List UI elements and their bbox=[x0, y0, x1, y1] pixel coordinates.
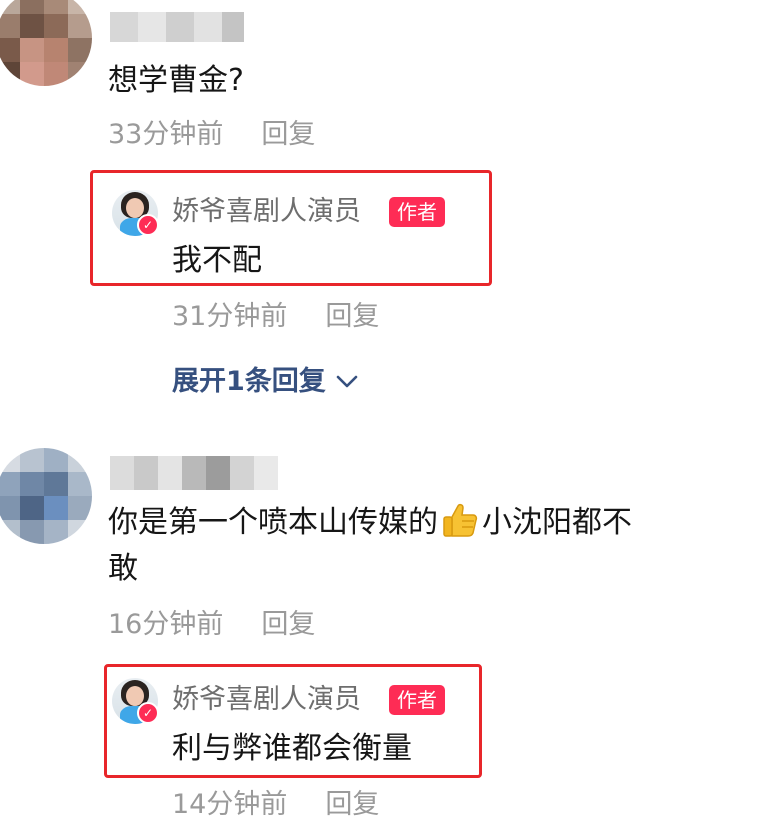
author-name[interactable]: 娇爷喜剧人演员 bbox=[172, 195, 361, 229]
reply-button[interactable]: 回复 bbox=[261, 119, 315, 150]
comment-text-part: 小沈阳都不 bbox=[482, 505, 632, 540]
author-reply-text: 我不配 bbox=[172, 243, 262, 278]
comment-time: 16分钟前 bbox=[108, 609, 224, 640]
comment-text-line2: 敢 bbox=[108, 551, 138, 586]
thumbs-up-icon bbox=[443, 503, 478, 537]
author-reply-time: 31分钟前 bbox=[172, 301, 288, 332]
comment-meta: 16分钟前 回复 bbox=[108, 608, 315, 642]
comment-text: 你是第一个喷本山传媒的 小沈阳都不 bbox=[108, 500, 632, 546]
commenter-name-blurred[interactable] bbox=[110, 456, 278, 490]
comment-text: 想学曹金? bbox=[108, 63, 244, 98]
author-reply-time: 14分钟前 bbox=[172, 789, 288, 820]
expand-replies-link[interactable]: 展开1条回复 bbox=[172, 365, 358, 399]
author-badge: 作者 bbox=[389, 197, 445, 227]
verified-check-icon: ✓ bbox=[137, 214, 159, 236]
reply-button[interactable]: 回复 bbox=[325, 789, 379, 820]
reply-button[interactable]: 回复 bbox=[325, 301, 379, 332]
commenter-avatar[interactable] bbox=[0, 0, 92, 86]
commenter-name-blurred[interactable] bbox=[110, 12, 244, 42]
author-reply-meta: 31分钟前 回复 bbox=[172, 300, 379, 334]
author-reply-meta: 14分钟前 回复 bbox=[172, 788, 379, 822]
expand-replies-label: 展开1条回复 bbox=[172, 366, 326, 397]
author-reply-text: 利与弊谁都会衡量 bbox=[172, 731, 412, 766]
comment-time: 33分钟前 bbox=[108, 119, 224, 150]
comment-meta: 33分钟前 回复 bbox=[108, 118, 315, 152]
verified-check-icon: ✓ bbox=[137, 702, 159, 724]
chevron-down-icon bbox=[336, 375, 358, 388]
commenter-avatar[interactable] bbox=[0, 448, 92, 544]
author-badge: 作者 bbox=[389, 685, 445, 715]
author-name[interactable]: 娇爷喜剧人演员 bbox=[172, 683, 361, 717]
reply-button[interactable]: 回复 bbox=[261, 609, 315, 640]
comment-text-part: 你是第一个喷本山传媒的 bbox=[108, 505, 438, 540]
